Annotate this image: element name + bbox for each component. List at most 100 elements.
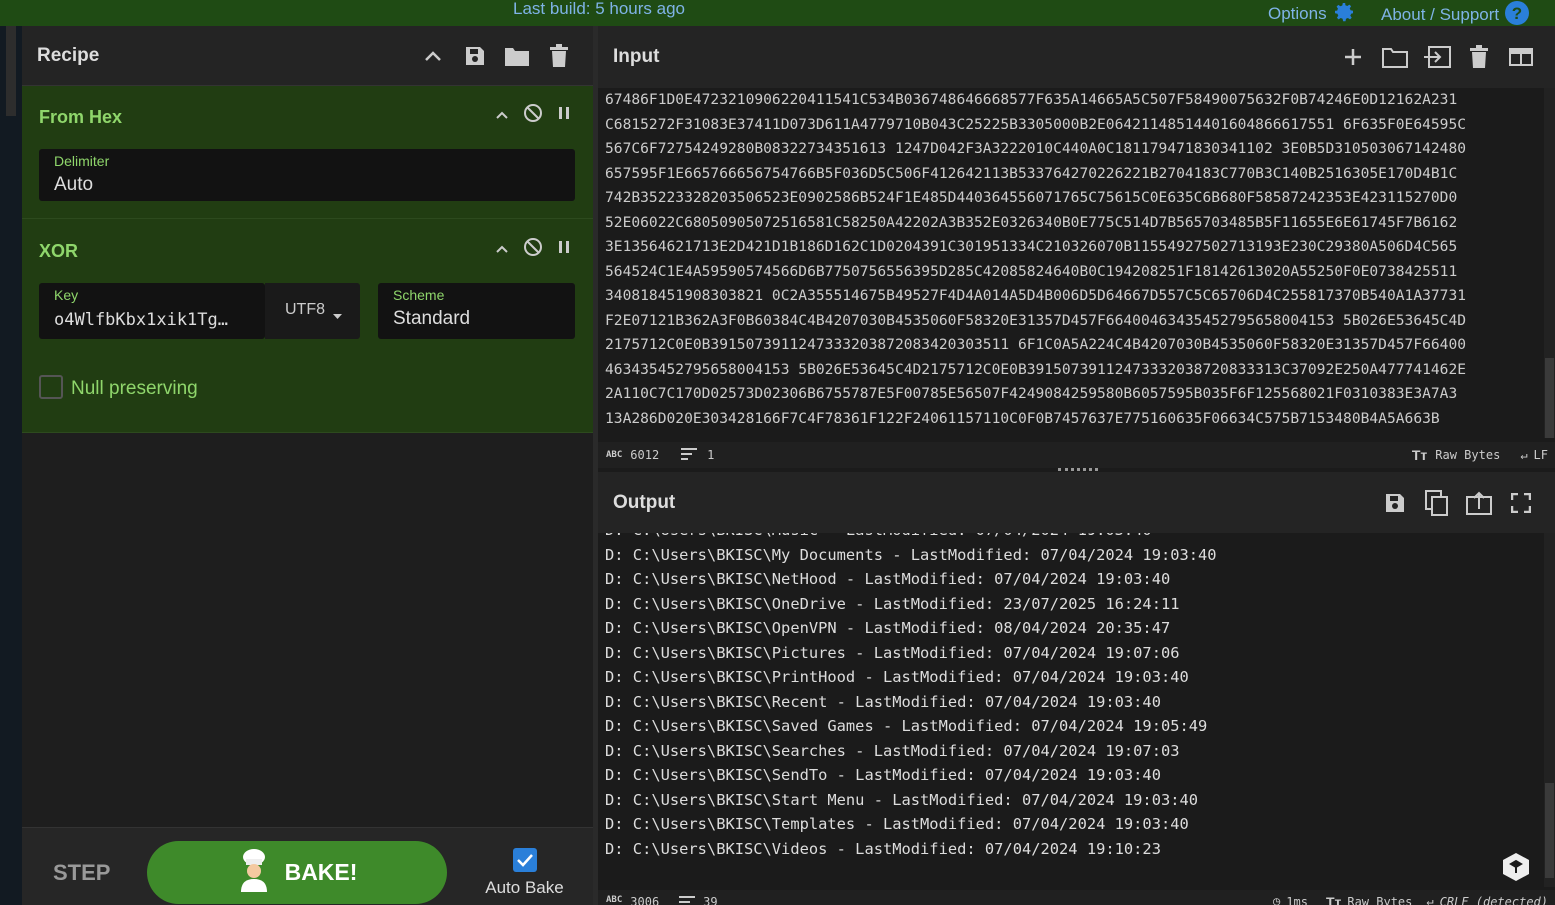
top-banner: Last build: 5 hours ago Options About / … xyxy=(0,0,1555,26)
input-textarea[interactable]: 67486F1D0E4723210906220411541C534B036748… xyxy=(598,88,1543,438)
step-button[interactable]: STEP xyxy=(53,860,110,886)
delimiter-label: Delimiter xyxy=(54,153,110,169)
last-build-text: Last build: 5 hours ago xyxy=(513,0,686,18)
output-eol[interactable]: CRLF (detected) xyxy=(1440,895,1548,905)
input-line: 3E13564621713E2D421D1B186D162C1D0204391C… xyxy=(605,238,1458,255)
disable-icon[interactable] xyxy=(523,237,543,262)
cyberchef-logo-icon[interactable] xyxy=(1502,852,1530,887)
output-encoding[interactable]: Raw Bytes xyxy=(1347,895,1412,905)
pause-icon[interactable] xyxy=(557,105,571,126)
operations-scrollbar[interactable] xyxy=(6,26,16,116)
scheme-value: Standard xyxy=(393,308,471,329)
operation-title: XOR xyxy=(39,241,79,261)
input-line: 2175712C0E0B3915073911247333203872083420… xyxy=(605,336,1467,353)
options-link[interactable]: Options xyxy=(1268,0,1356,28)
save-icon[interactable] xyxy=(1381,489,1409,517)
key-field[interactable]: Key o4WlfbKbx1xik1Tg… xyxy=(39,283,265,339)
bake-button[interactable]: BAKE! xyxy=(147,841,447,904)
output-line: D: C:\Users\BKISC\Saved Games - LastModi… xyxy=(605,717,1208,735)
output-line: D: C:\Users\BKISC\Pictures - LastModifie… xyxy=(605,643,1180,662)
output-status-bar: ABC 3006 39 ◷ 1ms Tᴛ Raw Bytes ↵ CRLF (d… xyxy=(598,890,1555,905)
import-icon[interactable] xyxy=(1423,43,1451,71)
output-line: D: C:\Users\BKISC\My Documents - LastMod… xyxy=(605,545,1217,564)
abc-icon: ABC xyxy=(606,895,623,905)
font-icon: Tᴛ xyxy=(1411,447,1428,463)
folder-icon[interactable] xyxy=(503,42,531,70)
layout-icon[interactable] xyxy=(1507,43,1535,71)
bake-label: BAKE! xyxy=(284,859,358,885)
operation-title: From Hex xyxy=(39,107,123,127)
chevron-up-icon[interactable] xyxy=(419,42,447,70)
output-char-count: 3006 xyxy=(630,895,660,905)
auto-bake-toggle[interactable]: Auto Bake xyxy=(482,848,567,898)
input-eol[interactable]: LF xyxy=(1534,448,1548,462)
input-line: F2E07121B362A3F0B60384C4B4207030B4535060… xyxy=(605,311,1467,329)
input-status-bar: ABC 6012 1 Tᴛ Raw Bytes ↵ LF xyxy=(598,442,1555,468)
key-encoding-dropdown[interactable]: UTF8 xyxy=(265,283,360,339)
plus-icon[interactable] xyxy=(1339,43,1367,71)
output-line: D: C:\Users\BKISC\Templates - LastModifi… xyxy=(605,815,1189,833)
copy-icon[interactable] xyxy=(1423,489,1451,517)
font-icon: Tᴛ xyxy=(1325,894,1342,905)
pause-icon[interactable] xyxy=(557,239,571,260)
output-time: 1ms xyxy=(1286,895,1308,905)
output-line: D: C:\Users\BKISC\Recent - LastModified:… xyxy=(605,692,1161,711)
recipe-header: Recipe xyxy=(22,26,593,86)
input-line: 567C6F72754249280B08322734351613 1247D04… xyxy=(605,140,1467,157)
newline-icon: ↵ xyxy=(1520,448,1528,462)
recipe-controls: STEP BAKE! Auto Bake xyxy=(22,827,593,905)
input-line: 13A286D020E303428166F7C4F78361F122F24061… xyxy=(605,409,1440,427)
input-char-count: 6012 xyxy=(630,448,660,462)
options-label: Options xyxy=(1268,4,1327,23)
output-line: D: C:\Users\BKISC\NetHood - LastModified… xyxy=(605,570,1171,588)
input-line: C6815272F31083E37411D073D611A4779710B043… xyxy=(605,115,1467,133)
checkbox-checked-icon xyxy=(512,848,537,872)
output-line: D: C:\Users\BKISC\Music - LastModified: … xyxy=(598,533,1543,543)
output-line-count: 39 xyxy=(703,895,718,905)
input-title: Input xyxy=(613,46,660,67)
input-line: 67486F1D0E4723210906220411541C534B036748… xyxy=(605,91,1458,108)
auto-bake-label: Auto Bake xyxy=(485,878,564,897)
trash-icon[interactable] xyxy=(545,42,573,70)
disable-icon[interactable] xyxy=(523,103,543,128)
replace-input-icon[interactable] xyxy=(1465,489,1493,517)
input-scrollbar[interactable] xyxy=(1544,88,1555,438)
input-line: 742B35223328203506523E0902586B524F1E485D… xyxy=(605,189,1458,206)
about-support-label: About / Support xyxy=(1381,5,1500,24)
null-preserving-label: Null preserving xyxy=(71,378,198,399)
null-preserving-checkbox[interactable] xyxy=(39,375,63,399)
svg-text:?: ? xyxy=(1512,4,1522,23)
clock-icon: ◷ xyxy=(1273,894,1281,905)
output-line: D: C:\Users\BKISC\OneDrive - LastModifie… xyxy=(605,594,1180,613)
key-value: o4WlfbKbx1xik1Tg… xyxy=(54,310,228,330)
chevron-up-icon[interactable] xyxy=(495,107,509,125)
input-line: 564524C1E4A59590574566D6B7750756556395D2… xyxy=(605,262,1458,280)
scheme-label: Scheme xyxy=(393,287,445,303)
operations-panel-collapsed xyxy=(0,26,22,905)
abc-icon: ABC xyxy=(606,450,623,460)
operation-xor: XOR Key o4WlfbKbx1xik1Tg… UTF8 Scheme St… xyxy=(22,219,593,433)
delimiter-field[interactable]: Delimiter Auto xyxy=(39,149,575,201)
input-encoding[interactable]: Raw Bytes xyxy=(1435,448,1500,462)
operation-from-hex: From Hex Delimiter Auto xyxy=(22,86,593,219)
input-line: 52E06022C68050905072516581C58250A42202A3… xyxy=(605,213,1458,231)
chevron-up-icon[interactable] xyxy=(495,241,509,259)
maximize-icon[interactable] xyxy=(1507,489,1535,517)
trash-icon[interactable] xyxy=(1465,43,1493,71)
input-header: Input xyxy=(598,26,1555,88)
scheme-field[interactable]: Scheme Standard xyxy=(378,283,575,339)
input-line: 463435452795658004153 5B026E53645C4D2175… xyxy=(605,360,1467,378)
save-icon[interactable] xyxy=(461,42,489,70)
folder-icon[interactable] xyxy=(1381,43,1409,71)
key-encoding-value: UTF8 xyxy=(285,301,325,318)
output-line: D: C:\Users\BKISC\SendTo - LastModified:… xyxy=(605,766,1161,784)
delimiter-value: Auto xyxy=(54,174,94,195)
input-line: 340818451908303821 0C2A355514675B49527F4… xyxy=(605,287,1467,304)
input-line: 657595F1E665766656754766B5F036D5C506F412… xyxy=(605,164,1458,182)
lines-icon xyxy=(681,447,698,463)
output-textarea[interactable]: D: C:\Users\BKISC\Music - LastModified: … xyxy=(598,533,1543,887)
chef-icon xyxy=(237,848,271,898)
output-header: Output xyxy=(598,472,1555,533)
output-line: D: C:\Users\BKISC\PrintHood - LastModifi… xyxy=(605,668,1189,686)
output-scrollbar[interactable] xyxy=(1544,533,1555,887)
